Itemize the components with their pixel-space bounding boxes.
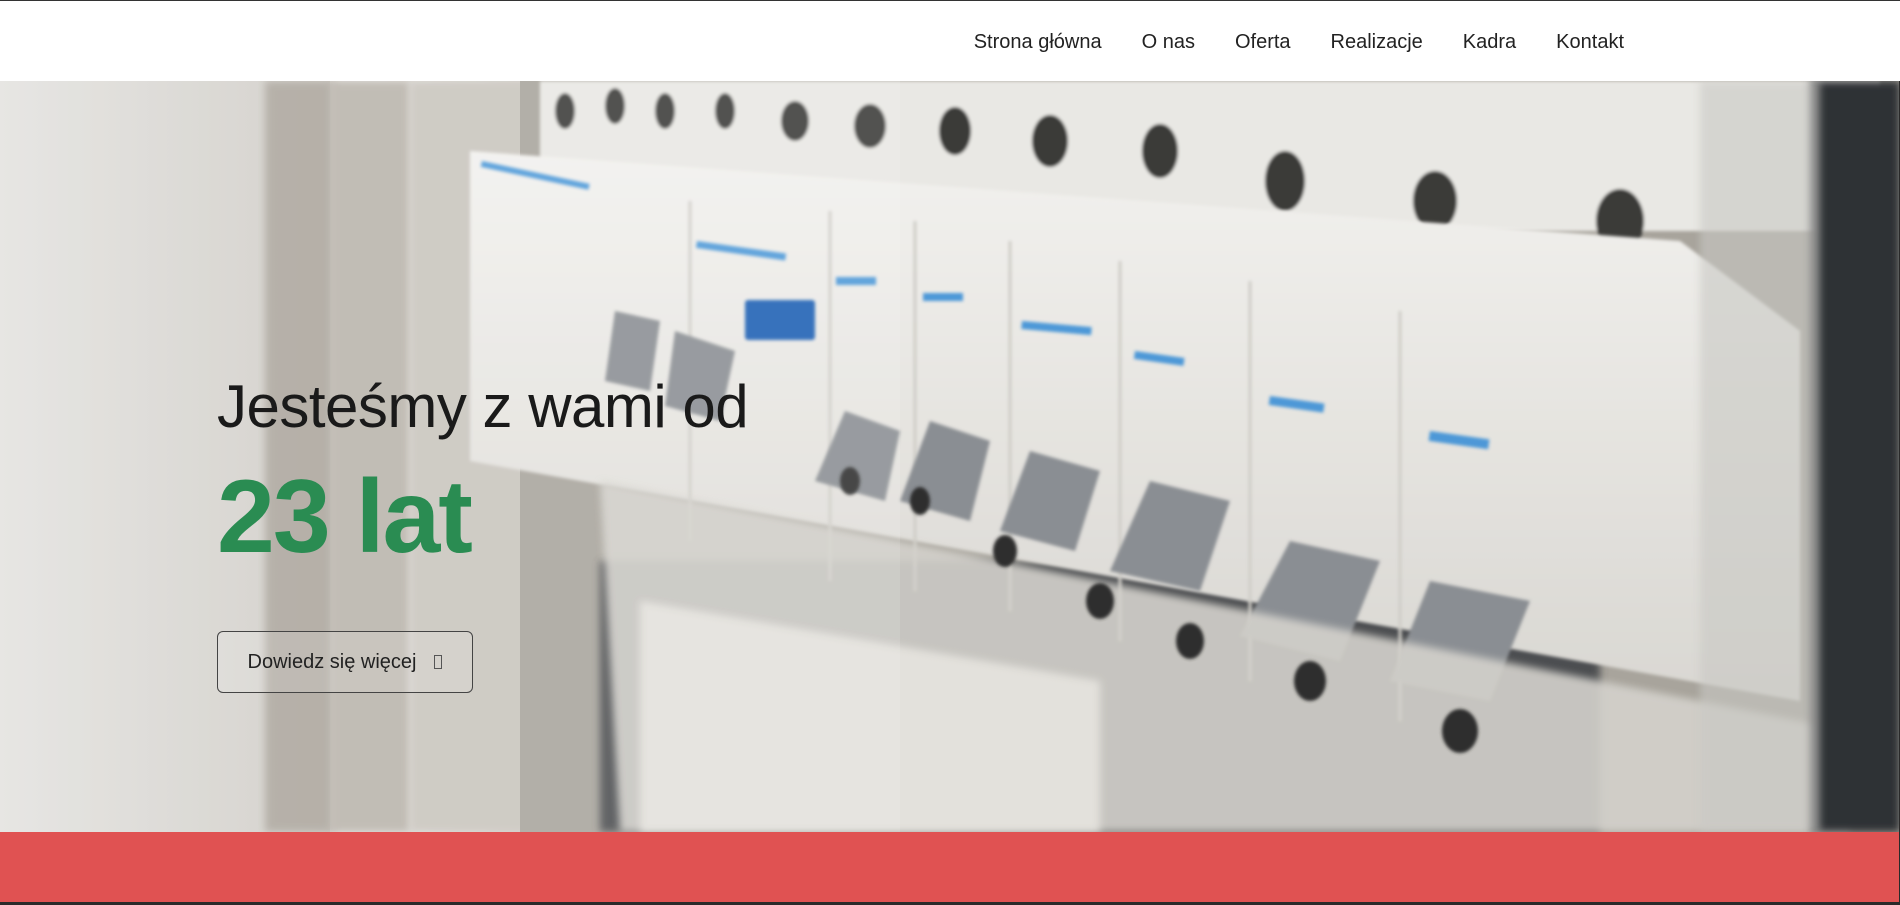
hero-background-image <box>0 81 1900 832</box>
hero-subtitle-wrap: Jesteśmy z wami od <box>217 373 749 440</box>
learn-more-button[interactable]: Dowiedz się więcej <box>217 631 473 693</box>
square-outline-icon <box>434 655 443 669</box>
hero-headline: 23 lat <box>217 459 473 575</box>
nav-item-staff[interactable]: Kadra <box>1463 32 1516 52</box>
red-banner <box>0 832 1900 902</box>
learn-more-button-label: Dowiedz się więcej <box>247 650 417 673</box>
site-header: Strona główna O nas Oferta Realizacje Ka… <box>0 0 1900 81</box>
main-nav: Strona główna O nas Oferta Realizacje Ka… <box>974 1 1624 82</box>
hero-subtitle: Jesteśmy z wami od <box>217 373 749 440</box>
nav-item-projects[interactable]: Realizacje <box>1331 32 1423 52</box>
nav-item-about[interactable]: O nas <box>1142 32 1195 52</box>
page: Strona główna O nas Oferta Realizacje Ka… <box>0 0 1900 905</box>
nav-item-home[interactable]: Strona główna <box>974 32 1102 52</box>
nav-item-contact[interactable]: Kontakt <box>1556 32 1624 52</box>
hero-section: Jesteśmy z wami od 23 lat Dowiedz się wi… <box>0 81 1900 832</box>
nav-item-offer[interactable]: Oferta <box>1235 32 1291 52</box>
